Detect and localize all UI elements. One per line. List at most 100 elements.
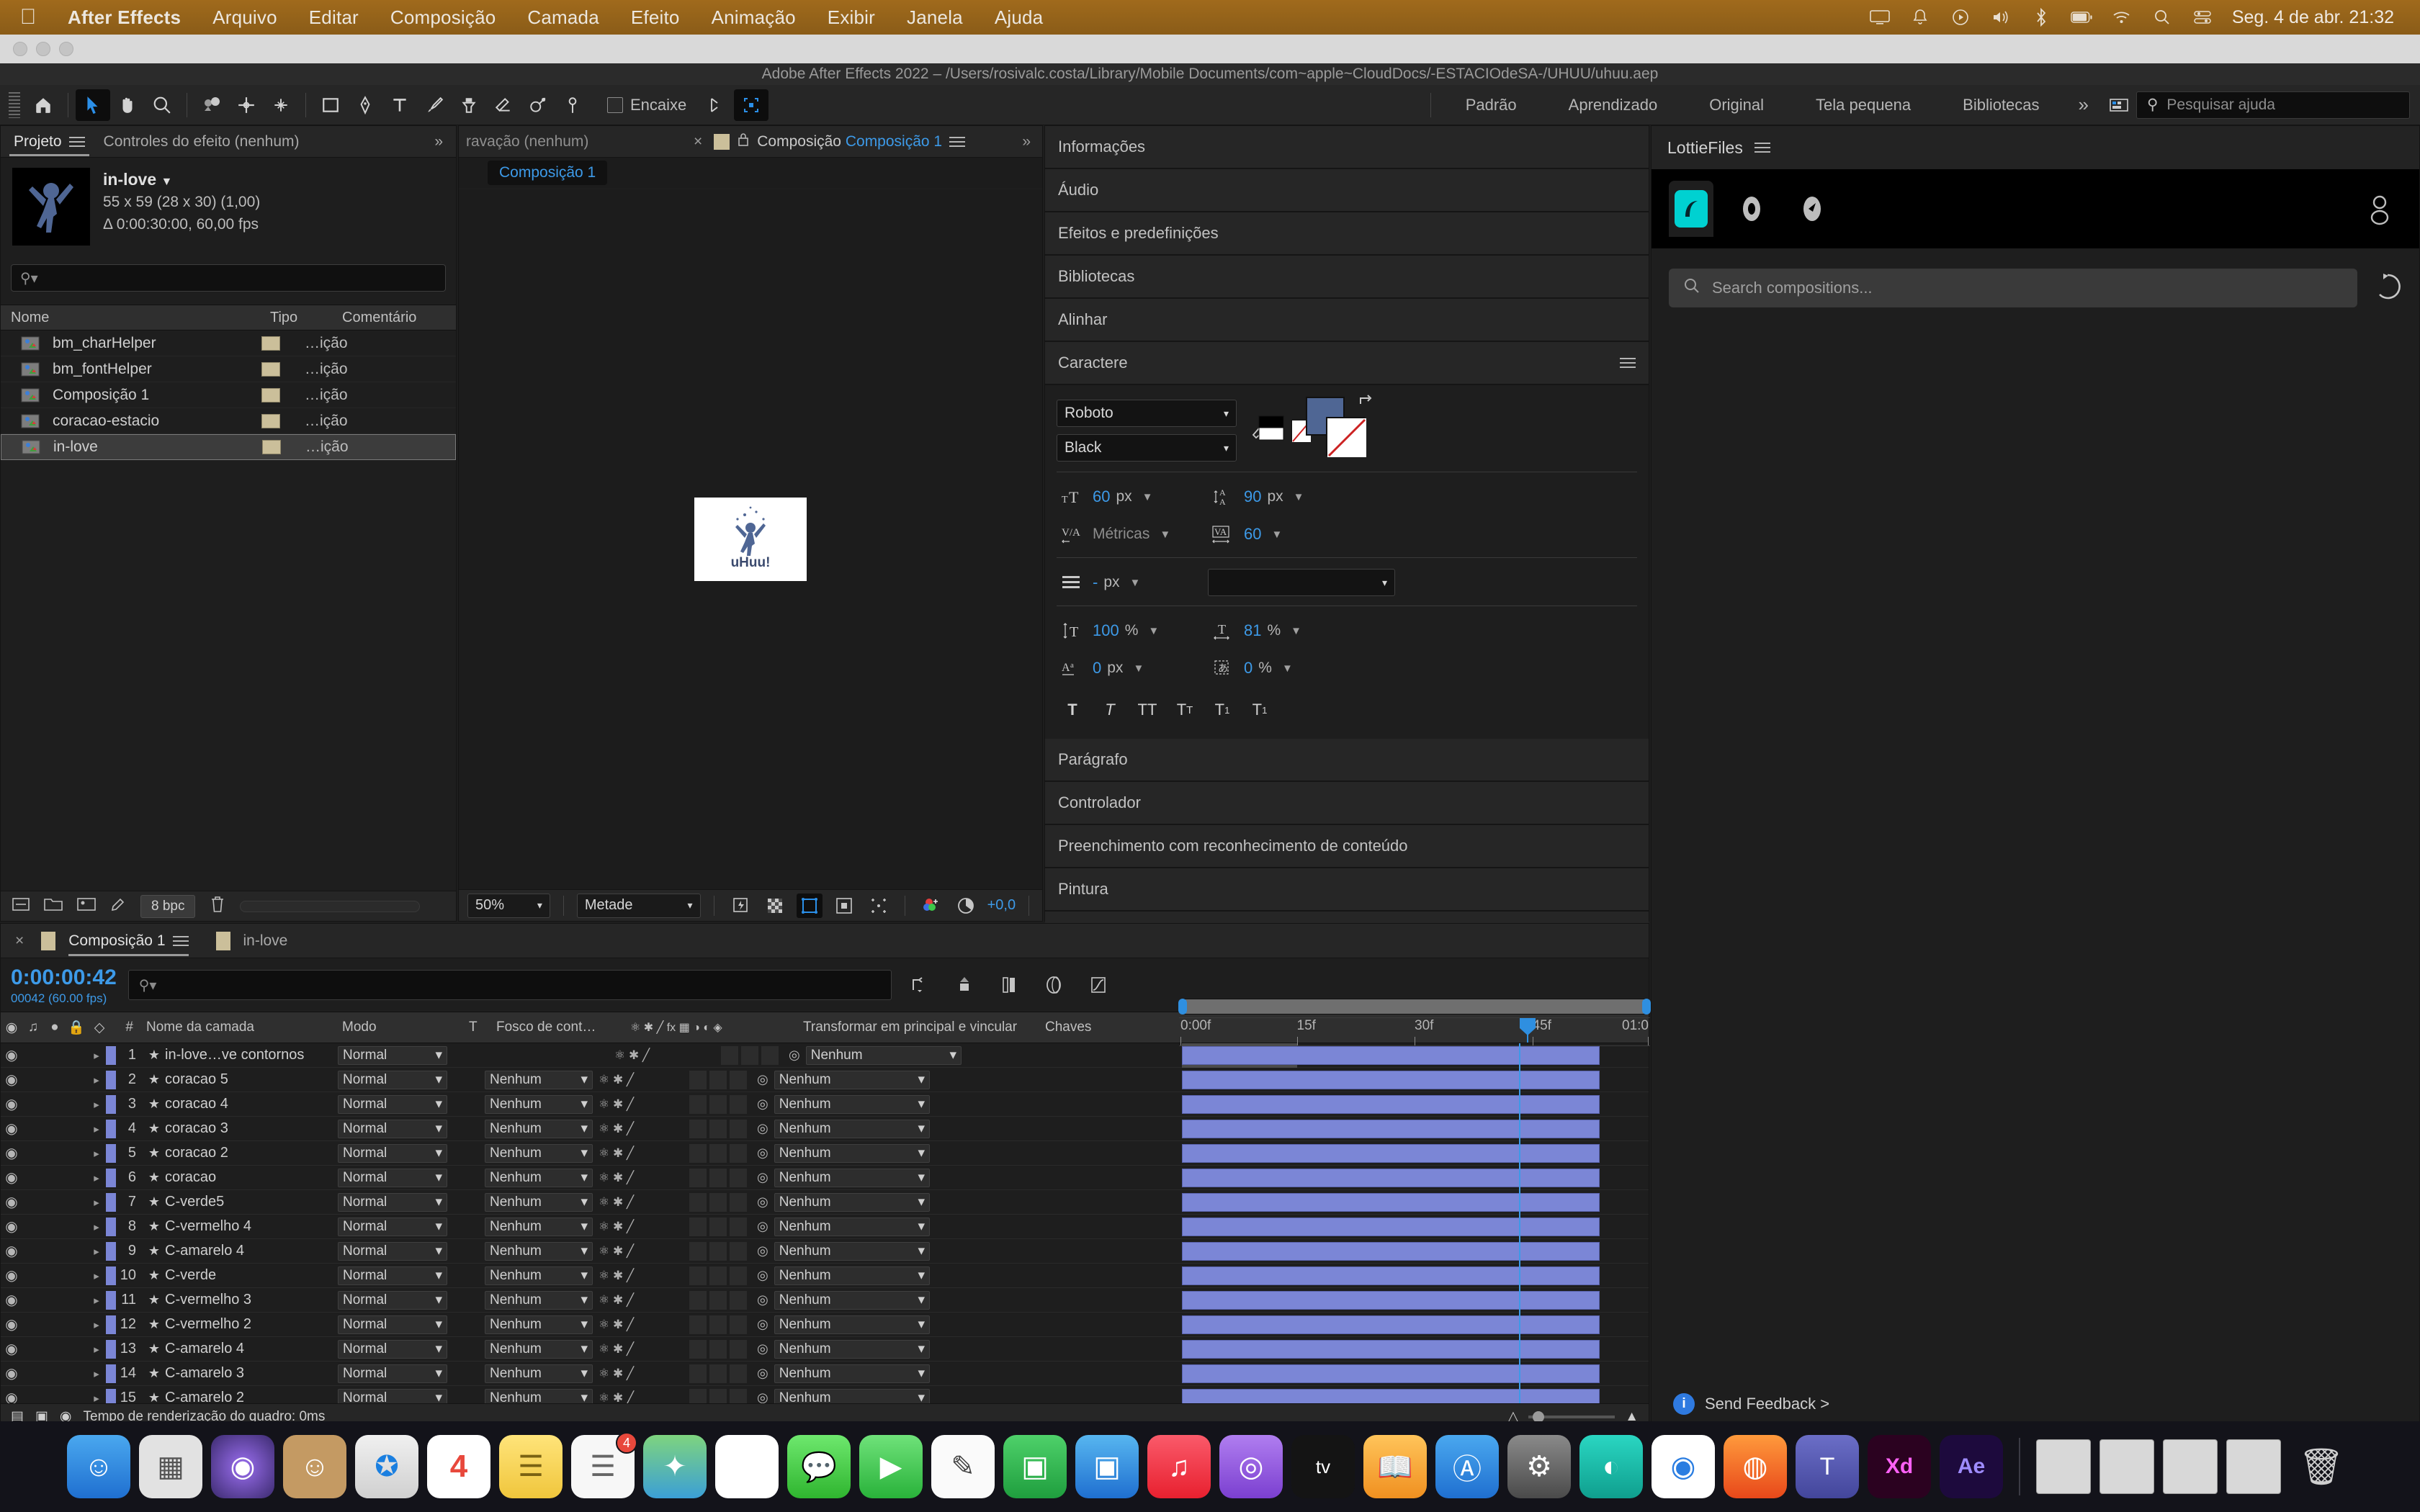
parent-select[interactable]: Nenhum ▾ — [774, 1241, 930, 1261]
hide-shy-layers-icon[interactable] — [992, 970, 1026, 1000]
pickwhip-icon[interactable]: ◎ — [757, 1121, 768, 1136]
window-controls[interactable] — [0, 42, 73, 56]
menu-janela[interactable]: Janela — [891, 6, 979, 29]
zoom-select[interactable]: 50% ▾ — [467, 893, 550, 918]
label-color[interactable] — [106, 1168, 116, 1187]
layer-switches[interactable]: ⚛ ✱ ╱ — [593, 1073, 685, 1087]
chevron-down-icon[interactable]: ▼ — [1148, 625, 1159, 637]
layer-bar[interactable] — [1182, 1340, 1600, 1359]
blend-mode-select[interactable]: Normal ▾ — [338, 1094, 447, 1114]
expand-arrow-icon[interactable]: ▸ — [87, 1245, 106, 1258]
vertical-scale-field[interactable]: T 100 % ▼ — [1057, 616, 1208, 645]
project-search-input[interactable]: ⚲▾ — [11, 264, 446, 292]
blend-mode-select[interactable]: Normal ▾ — [338, 1143, 447, 1163]
layer-switch-boxes[interactable] — [685, 1217, 750, 1236]
workspace-grid-icon[interactable] — [2102, 89, 2136, 121]
eye-icon[interactable]: ◉ — [1, 1120, 22, 1138]
window-preview-1[interactable] — [2036, 1439, 2091, 1494]
layer-bar[interactable] — [1182, 1144, 1600, 1163]
eye-icon[interactable]: ◉ — [1, 1193, 22, 1211]
eye-icon[interactable]: ◉ — [1, 1266, 22, 1284]
parent-select[interactable]: Nenhum ▾ — [774, 1290, 930, 1310]
column-tipo[interactable]: Tipo — [260, 310, 332, 326]
list-item[interactable]: in-love …ição — [1, 434, 456, 460]
hamburger-icon[interactable] — [949, 134, 966, 150]
transparency-grid-icon[interactable] — [762, 894, 788, 918]
type-icon[interactable] — [382, 89, 417, 121]
blend-mode-select[interactable]: Normal ▾ — [338, 1339, 447, 1359]
section-informacoes[interactable]: Informações — [1045, 126, 1649, 169]
chevron-down-icon[interactable]: ▼ — [1282, 662, 1293, 675]
composition-mini-flowchart-icon[interactable] — [903, 970, 936, 1000]
layer-bar[interactable] — [1182, 1389, 1600, 1403]
adobe-xd-icon[interactable]: Xd — [1868, 1435, 1931, 1498]
pickwhip-icon[interactable]: ◎ — [757, 1146, 768, 1161]
parent-select[interactable]: Nenhum ▾ — [774, 1364, 930, 1383]
expand-arrow-icon[interactable]: ▸ — [87, 1220, 106, 1233]
parent-select[interactable]: Nenhum ▾ — [774, 1217, 930, 1236]
parent-link-cell[interactable]: ◎ Nenhum ▾ — [750, 1168, 930, 1187]
minimize-button[interactable] — [36, 42, 50, 56]
list-item[interactable]: Composição 1 …ição — [1, 382, 456, 408]
safari-icon[interactable]: ✪ — [355, 1435, 418, 1498]
calendar-icon[interactable]: 4 — [427, 1435, 490, 1498]
expand-arrow-icon[interactable]: ▸ — [87, 1171, 106, 1184]
layer-switch-boxes[interactable] — [685, 1339, 750, 1359]
parent-link-cell[interactable]: ◎ Nenhum ▾ — [750, 1241, 930, 1261]
eye-icon[interactable]: ◉ — [1, 1364, 22, 1382]
section-caractere[interactable]: Caractere — [1045, 342, 1649, 385]
siri-icon[interactable]: ◉ — [211, 1435, 274, 1498]
tab-controles-efeito[interactable]: Controles do efeito (nenhum) — [99, 126, 304, 158]
podcasts-icon[interactable]: ◎ — [1219, 1435, 1283, 1498]
label-color[interactable] — [106, 1241, 116, 1261]
parent-link-cell[interactable]: ◎ Nenhum ▾ — [750, 1070, 930, 1089]
close-button[interactable] — [13, 42, 27, 56]
stroke-color-swatch[interactable] — [1326, 417, 1366, 457]
messages-icon[interactable]: 💬 — [787, 1435, 851, 1498]
roto-brush-icon[interactable] — [521, 89, 555, 121]
timeline-track-area[interactable] — [1179, 1043, 1649, 1403]
track-matte-select[interactable]: Nenhum ▾ — [485, 1070, 593, 1089]
subscript-icon[interactable]: T1 — [1244, 696, 1276, 724]
track-matte-select[interactable]: Nenhum ▾ — [485, 1192, 593, 1212]
lottie-logo-icon[interactable] — [1669, 181, 1713, 237]
layer-switch-boxes[interactable] — [685, 1241, 750, 1261]
delete-icon[interactable] — [210, 896, 225, 917]
label-color[interactable] — [106, 1388, 116, 1403]
pen-icon[interactable] — [348, 89, 382, 121]
chevron-down-icon[interactable]: ▼ — [1133, 662, 1144, 675]
expand-arrow-icon[interactable]: ▸ — [87, 1367, 106, 1380]
timeline-ruler[interactable]: 0:00f 15f 30f 45f 01:0 — [1178, 993, 1651, 1046]
snap-toggle[interactable]: Encaixe — [607, 96, 686, 114]
label-color[interactable] — [106, 1119, 116, 1138]
search-input[interactable]: Search compositions... — [1669, 269, 2357, 307]
motion-blur-icon[interactable] — [1037, 970, 1070, 1000]
label-swatch[interactable] — [261, 413, 280, 428]
label-swatch[interactable] — [261, 387, 280, 402]
work-area-bar[interactable] — [1178, 999, 1651, 1014]
work-area-end-handle[interactable] — [1642, 999, 1651, 1014]
pickwhip-icon[interactable]: ◎ — [757, 1219, 768, 1234]
faux-bold-icon[interactable]: T — [1057, 696, 1088, 724]
label-color[interactable] — [106, 1290, 116, 1310]
layer-switches[interactable]: ⚛ ✱ ╱ — [593, 1269, 685, 1283]
font-style-select[interactable]: Black ▾ — [1057, 434, 1237, 462]
layer-bar[interactable] — [1182, 1242, 1600, 1261]
column-nome[interactable]: Nome — [1, 310, 260, 326]
interpret-footage-icon[interactable] — [12, 896, 30, 916]
leading-field[interactable]: AA 90 px ▼ — [1208, 482, 1359, 511]
graph-editor-icon[interactable] — [1082, 970, 1115, 1000]
section-controlador[interactable]: Controlador — [1045, 782, 1649, 825]
layer-switches[interactable]: ⚛ ✱ ╱ — [593, 1146, 685, 1161]
section-alinhar[interactable]: Alinhar — [1045, 299, 1649, 342]
eye-icon[interactable]: ◉ — [1, 1315, 22, 1333]
expand-arrow-icon[interactable]: ▸ — [87, 1294, 106, 1307]
anchor-point-icon[interactable] — [264, 89, 298, 121]
search-input[interactable]: ⚲ Pesquisar ajuda — [2136, 91, 2410, 119]
breadcrumb-comp-1[interactable]: Composição 1 — [488, 161, 608, 185]
layer-bar[interactable] — [1182, 1193, 1600, 1212]
chevron-down-icon[interactable]: ▼ — [1294, 491, 1304, 503]
exposure-icon[interactable] — [953, 894, 979, 918]
workspace-bibliotecas[interactable]: Bibliotecas — [1937, 96, 2065, 114]
project-progress-bar[interactable] — [240, 900, 421, 912]
